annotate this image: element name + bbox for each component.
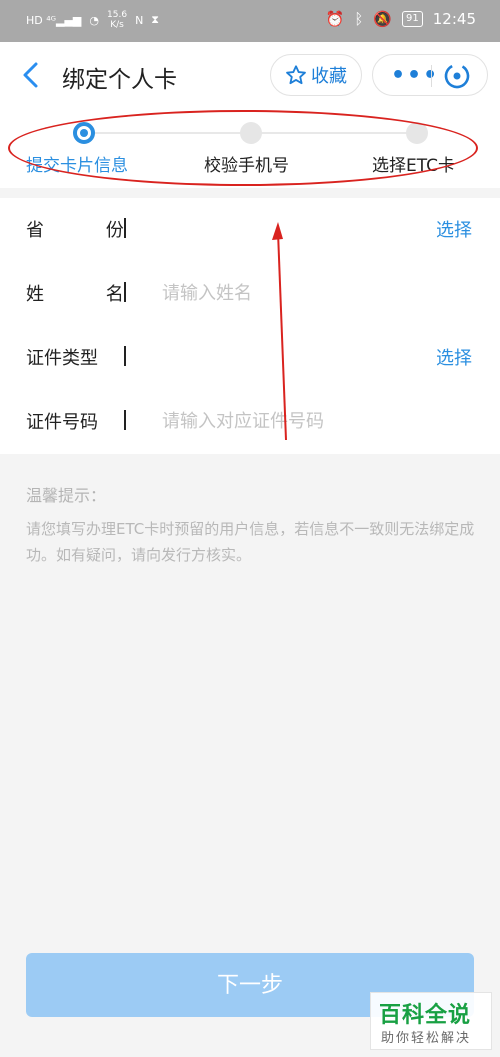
- id-type-label: 证件类型: [26, 348, 98, 369]
- battery-icon: 91: [402, 11, 423, 27]
- nfc-icon: N: [135, 13, 144, 27]
- id-number-row: 证件号码: [0, 390, 500, 454]
- step-dot-3: [406, 122, 428, 144]
- capsule-menu: •••: [372, 54, 488, 96]
- step-dot-1: [73, 122, 95, 144]
- bluetooth-icon: ᛒ: [354, 10, 364, 28]
- name-input[interactable]: [162, 278, 442, 308]
- tips-body: 请您填写办理ETC卡时预留的用户信息，若信息不一致则无法绑定成功。如有疑问，请向…: [26, 520, 475, 564]
- province-row[interactable]: 省 份 选择: [0, 198, 500, 262]
- app-header: 绑定个人卡 收藏 •••: [0, 42, 500, 112]
- id-type-row[interactable]: 证件类型 选择: [0, 326, 500, 390]
- step-label-1: 提交卡片信息: [26, 156, 128, 176]
- id-number-label: 证件号码: [26, 412, 98, 433]
- step-label-3: 选择ETC卡: [372, 156, 455, 176]
- chevron-left-icon: [23, 62, 38, 88]
- field-separator: [124, 218, 126, 238]
- card-info-form: 省 份 选择 姓 名 证件类型 选择 证件号码: [0, 198, 500, 454]
- watermark-logo: 百科全说 助你轻松解决: [370, 992, 492, 1050]
- status-right: ⏰ ᛒ 🔕 91 12:45: [326, 10, 476, 28]
- field-separator: [124, 346, 126, 366]
- hourglass-icon: ⧗: [151, 13, 160, 26]
- field-separator: [124, 282, 126, 302]
- clock: 12:45: [432, 10, 476, 28]
- status-bar: HD ⁴ᴳ▂▄▆ ◔ 15.6 K/s N ⧗ ⏰ ᛒ 🔕 91 12:45: [0, 0, 500, 42]
- name-row: 姓 名: [0, 262, 500, 326]
- favorite-label: 收藏: [311, 66, 347, 87]
- step-dot-2: [240, 122, 262, 144]
- step-label-2: 校验手机号: [204, 156, 289, 176]
- alarm-icon: ⏰: [325, 10, 345, 28]
- province-label: 省 份: [26, 220, 152, 241]
- signal-icon: HD ⁴ᴳ▂▄▆: [26, 13, 82, 27]
- back-button[interactable]: [18, 60, 48, 90]
- star-icon: [286, 65, 306, 85]
- watermark-sub: 助你轻松解决: [381, 1031, 472, 1046]
- field-separator: [124, 410, 126, 430]
- province-select[interactable]: 选择: [436, 216, 472, 242]
- mute-icon: 🔕: [373, 10, 393, 28]
- tips-title: 温馨提示：: [26, 486, 107, 505]
- name-label: 姓 名: [26, 284, 152, 305]
- close-miniapp-icon[interactable]: [443, 62, 471, 90]
- watermark-main: 百科全说: [379, 1003, 472, 1028]
- network-speed: 15.6 K/s: [107, 10, 128, 30]
- favorite-button[interactable]: 收藏: [270, 54, 362, 96]
- status-left: HD ⁴ᴳ▂▄▆ ◔ 15.6 K/s N ⧗: [26, 10, 159, 30]
- id-type-select[interactable]: 选择: [436, 344, 472, 370]
- wifi-icon: ◔: [89, 13, 100, 27]
- page-title: 绑定个人卡: [62, 67, 177, 93]
- capsule-divider: [431, 65, 432, 87]
- id-number-input[interactable]: [162, 406, 442, 436]
- step-indicator: 提交卡片信息 校验手机号 选择ETC卡: [0, 112, 500, 188]
